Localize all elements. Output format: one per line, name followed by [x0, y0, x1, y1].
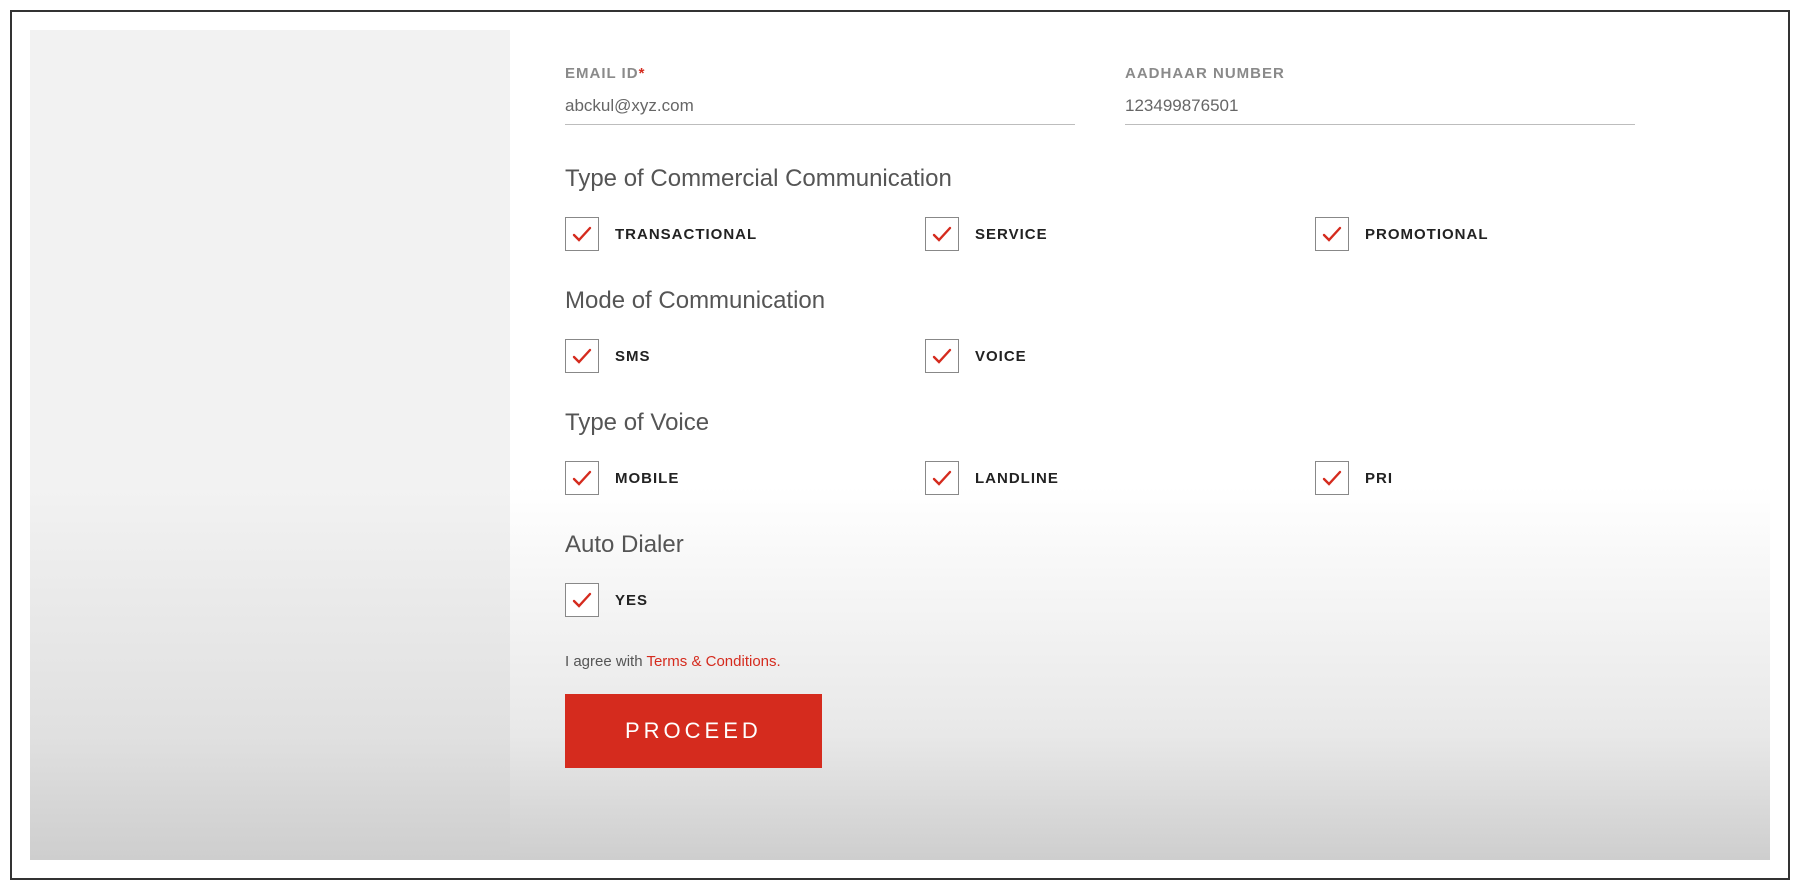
checkbox-yes[interactable] [565, 583, 599, 617]
checkbox-row-commercial: TRANSACTIONAL SERVICE PROMOTIONAL [565, 217, 1740, 251]
checkbox-item-yes: YES [565, 583, 925, 617]
document-frame: EMAIL ID* abckul@xyz.com AADHAAR NUMBER … [10, 10, 1790, 880]
checkbox-sms[interactable] [565, 339, 599, 373]
checkbox-service[interactable] [925, 217, 959, 251]
checkbox-item-service: SERVICE [925, 217, 1315, 251]
checkbox-promotional[interactable] [1315, 217, 1349, 251]
checkbox-voice[interactable] [925, 339, 959, 373]
checkbox-item-mobile: MOBILE [565, 461, 925, 495]
checkbox-label-pri: PRI [1365, 470, 1393, 487]
checkbox-label-sms: SMS [615, 348, 651, 365]
checkbox-label-landline: LANDLINE [975, 470, 1059, 487]
checkbox-label-service: SERVICE [975, 226, 1048, 243]
check-icon [570, 344, 594, 368]
check-icon [570, 222, 594, 246]
checkbox-row-auto-dialer: YES [565, 583, 1740, 617]
checkbox-label-voice: VOICE [975, 348, 1027, 365]
checkbox-mobile[interactable] [565, 461, 599, 495]
email-input[interactable]: abckul@xyz.com [565, 96, 1075, 125]
checkbox-pri[interactable] [1315, 461, 1349, 495]
aadhaar-label: AADHAAR NUMBER [1125, 65, 1635, 82]
field-row: EMAIL ID* abckul@xyz.com AADHAAR NUMBER … [565, 65, 1740, 125]
email-label: EMAIL ID* [565, 65, 1075, 82]
checkbox-item-landline: LANDLINE [925, 461, 1315, 495]
section-heading-voice-type: Type of Voice [565, 409, 1740, 437]
checkbox-item-sms: SMS [565, 339, 925, 373]
check-icon [570, 466, 594, 490]
sidebar-placeholder [30, 30, 510, 860]
check-icon [930, 466, 954, 490]
aadhaar-field-group: AADHAAR NUMBER 123499876501 [1125, 65, 1635, 125]
checkbox-label-promotional: PROMOTIONAL [1365, 226, 1489, 243]
checkbox-item-promotional: PROMOTIONAL [1315, 217, 1740, 251]
check-icon [1320, 222, 1344, 246]
checkbox-item-voice: VOICE [925, 339, 1315, 373]
checkbox-row-mode: SMS VOICE [565, 339, 1740, 373]
checkbox-item-pri: PRI [1315, 461, 1740, 495]
check-icon [570, 588, 594, 612]
section-heading-auto-dialer: Auto Dialer [565, 531, 1740, 559]
checkbox-row-voice-type: MOBILE LANDLINE PRI [565, 461, 1740, 495]
section-heading-mode: Mode of Communication [565, 287, 1740, 315]
checkbox-landline[interactable] [925, 461, 959, 495]
content-area: EMAIL ID* abckul@xyz.com AADHAAR NUMBER … [30, 30, 1770, 860]
section-heading-commercial: Type of Commercial Communication [565, 165, 1740, 193]
agree-prefix: I agree with [565, 653, 646, 670]
aadhaar-input[interactable]: 123499876501 [1125, 96, 1635, 125]
terms-link[interactable]: Terms & Conditions. [646, 653, 780, 670]
check-icon [930, 222, 954, 246]
checkbox-item-transactional: TRANSACTIONAL [565, 217, 925, 251]
checkbox-label-transactional: TRANSACTIONAL [615, 226, 757, 243]
check-icon [930, 344, 954, 368]
checkbox-label-yes: YES [615, 592, 648, 609]
form-main: EMAIL ID* abckul@xyz.com AADHAAR NUMBER … [510, 30, 1770, 860]
agree-line: I agree with Terms & Conditions. [565, 653, 1740, 670]
required-star: * [639, 65, 646, 82]
proceed-button[interactable]: PROCEED [565, 694, 822, 768]
checkbox-label-mobile: MOBILE [615, 470, 679, 487]
email-field-group: EMAIL ID* abckul@xyz.com [565, 65, 1075, 125]
email-label-text: EMAIL ID [565, 65, 639, 82]
check-icon [1320, 466, 1344, 490]
checkbox-transactional[interactable] [565, 217, 599, 251]
